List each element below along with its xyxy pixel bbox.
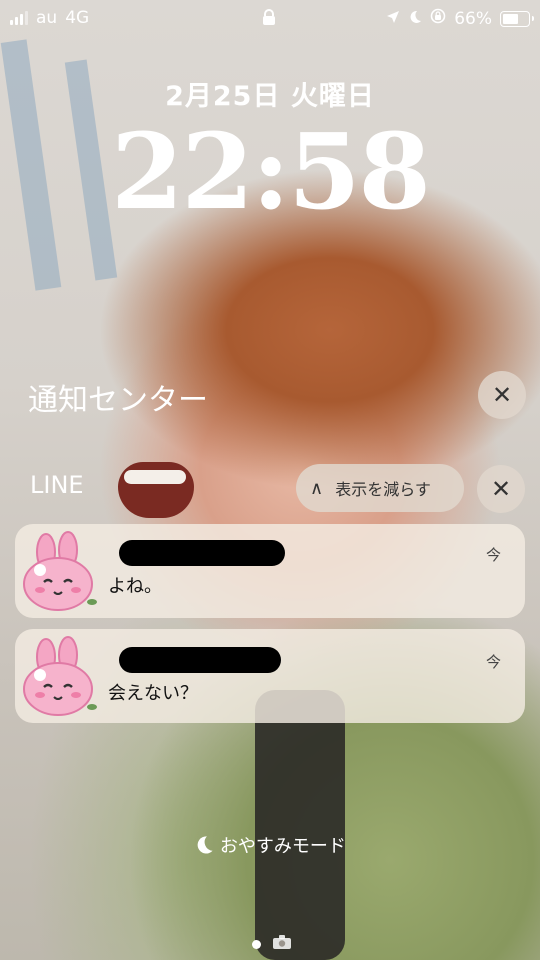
show-less-label: 表示を減らす <box>335 480 431 499</box>
lock-icon <box>262 9 276 30</box>
signal-bars-icon <box>10 11 28 25</box>
bunny-avatar-icon <box>18 635 102 719</box>
network-label: 4G <box>65 8 90 28</box>
notification-message: よね。 <box>108 576 162 597</box>
redacted-sender-name <box>119 540 285 566</box>
clear-all-button[interactable]: ✕ <box>478 371 526 419</box>
battery-percent: 66% <box>454 8 492 29</box>
show-less-button[interactable]: ∧ 表示を減らす <box>296 464 464 512</box>
lock-clock: 22:58 <box>111 110 431 233</box>
focus-mode-label: おやすみモード <box>219 836 346 857</box>
status-bar: au 4G 66% <box>0 0 540 36</box>
app-group-label: LINE <box>30 471 84 499</box>
chevron-up-icon: ∧ <box>310 477 324 499</box>
notification-time: 今 <box>485 546 501 564</box>
moon-icon <box>408 9 422 29</box>
battery-icon <box>500 10 534 27</box>
location-arrow-icon <box>386 9 400 29</box>
focus-mode-indicator[interactable]: おやすみモード <box>0 832 540 858</box>
carrier-label: au <box>36 8 58 28</box>
camera-icon[interactable] <box>272 934 292 954</box>
clear-group-button[interactable]: ✕ <box>477 465 525 513</box>
lock-date: 2月25日 火曜日 <box>165 81 375 112</box>
page-indicator-dot <box>252 940 261 949</box>
close-icon: ✕ <box>491 381 513 409</box>
close-icon: ✕ <box>490 475 512 503</box>
redacted-sender-name <box>119 647 281 673</box>
rotation-lock-icon <box>430 8 446 29</box>
notification-message: 会えない？ <box>108 683 198 704</box>
notification-time: 今 <box>485 653 501 671</box>
moon-icon <box>194 836 220 857</box>
notification-card[interactable]: よね。 今 <box>15 524 525 618</box>
notification-card[interactable]: 会えない？ 今 <box>15 629 525 723</box>
notification-center-title: 通知センター <box>28 383 208 418</box>
bunny-avatar-icon <box>18 530 102 614</box>
